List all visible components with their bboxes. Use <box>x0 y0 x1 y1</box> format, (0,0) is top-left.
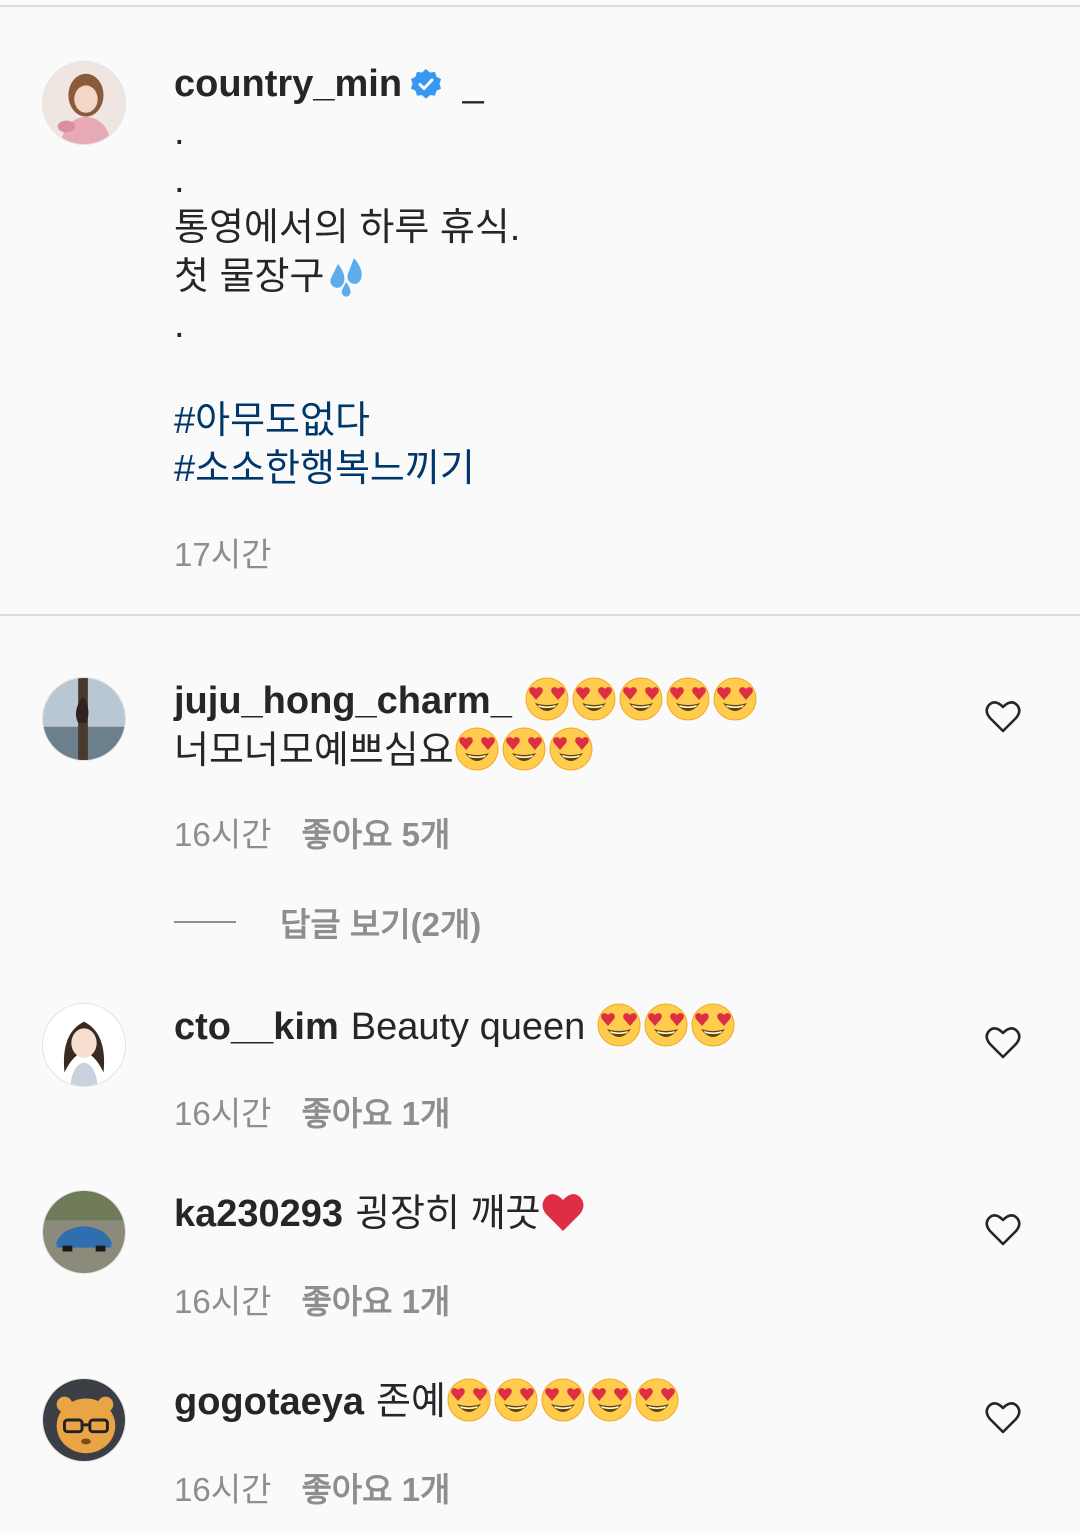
comment-likes-count[interactable]: 좋아요 1개 <box>301 1471 450 1508</box>
comment-body: cto__kim Beauty queen <box>174 1002 944 1052</box>
comment-likes-count[interactable]: 좋아요 5개 <box>301 816 450 853</box>
comment-timestamp: 16시간 <box>174 1283 272 1320</box>
comment-username[interactable]: ka230293 <box>174 1193 343 1235</box>
heart-eyes-emoji-icon <box>643 1002 689 1048</box>
red-heart-emoji-icon <box>542 1194 584 1231</box>
verified-badge-icon <box>411 69 442 99</box>
replies-line <box>174 921 236 923</box>
comment-avatar[interactable] <box>42 1378 126 1462</box>
comment-meta: 16시간 좋아요 1개 <box>174 1275 450 1323</box>
post-author-avatar[interactable] <box>42 61 126 145</box>
view-replies-label: 답글 보기(2개) <box>280 906 482 943</box>
comment-message: 존예 <box>376 1381 446 1423</box>
comment-meta: 16시간 좋아요 1개 <box>174 1463 450 1511</box>
caption-line: 통영에서의 하루 휴식. <box>174 207 521 249</box>
post-author-username[interactable]: country_min <box>174 63 402 105</box>
comment-meta: 16시간 좋아요 1개 <box>174 1087 450 1135</box>
heart-eyes-emoji-icon <box>524 676 570 722</box>
comment-likes-count[interactable]: 좋아요 1개 <box>301 1095 450 1132</box>
caption-line: . <box>174 304 185 346</box>
comment-message: 너모너모예쁘심요 <box>174 730 454 772</box>
post-timestamp: 17시간 <box>174 536 272 573</box>
sweat-droplets-icon <box>330 258 363 297</box>
comment-avatar[interactable] <box>42 1190 126 1274</box>
heart-eyes-emoji-icon <box>446 1377 492 1423</box>
like-heart-icon[interactable] <box>984 1024 1022 1062</box>
hashtag-link[interactable]: #아무도없다 <box>174 397 994 445</box>
caption-line: 첫 물장구 <box>174 256 325 298</box>
hashtag-link[interactable]: #소소한행복느끼기 <box>174 445 994 493</box>
heart-eyes-emoji-icon <box>618 676 664 722</box>
caption-line: . <box>174 111 185 153</box>
comment-likes-count[interactable]: 좋아요 1개 <box>301 1283 450 1320</box>
comment-body: juju_hong_charm_ 너모너모예쁘심요 <box>174 676 944 776</box>
comment-username[interactable]: gogotaeya <box>174 1381 364 1423</box>
caption-line-with-emoji: 첫 물장구 <box>174 252 994 301</box>
comment-body: ka230293 굉장히 깨끗 <box>174 1189 944 1239</box>
heart-eyes-emoji-icon <box>690 1002 736 1048</box>
comment-username[interactable]: juju_hong_charm_ <box>174 680 512 722</box>
comment-avatar[interactable] <box>42 677 126 761</box>
heart-eyes-emoji-icon <box>548 726 594 772</box>
caption-line: . <box>174 159 185 201</box>
heart-eyes-emoji-icon <box>665 676 711 722</box>
caption-suffix: _ <box>462 63 484 105</box>
heart-eyes-emoji-icon <box>634 1377 680 1423</box>
like-heart-icon[interactable] <box>984 698 1022 736</box>
heart-eyes-emoji-icon <box>587 1377 633 1423</box>
comment-timestamp: 16시간 <box>174 1471 272 1508</box>
comment-message: 굉장히 깨끗 <box>355 1193 541 1235</box>
heart-eyes-emoji-icon <box>540 1377 586 1423</box>
comment-message: Beauty queen <box>350 1006 586 1048</box>
comment-timestamp: 16시간 <box>174 816 272 853</box>
like-heart-icon[interactable] <box>984 1399 1022 1437</box>
heart-eyes-emoji-icon <box>712 676 758 722</box>
like-heart-icon[interactable] <box>984 1211 1022 1249</box>
comment-username[interactable]: cto__kim <box>174 1006 339 1048</box>
heart-eyes-emoji-icon <box>596 1002 642 1048</box>
heart-eyes-emoji-icon <box>571 676 617 722</box>
view-replies-button[interactable]: 답글 보기(2개) <box>174 898 481 946</box>
top-divider <box>0 5 1080 7</box>
heart-eyes-emoji-icon <box>501 726 547 772</box>
comment-avatar[interactable] <box>42 1003 126 1087</box>
caption-divider <box>0 614 1080 616</box>
heart-eyes-emoji-icon <box>493 1377 539 1423</box>
heart-eyes-emoji-icon <box>454 726 500 772</box>
comment-timestamp: 16시간 <box>174 1095 272 1132</box>
caption-empty-line <box>174 349 994 397</box>
comment-meta: 16시간 좋아요 5개 <box>174 808 450 856</box>
post-caption: country_min _ . . 통영에서의 하루 휴식. 첫 물장구 . #… <box>174 60 994 493</box>
comment-body: gogotaeya 존예 <box>174 1377 944 1427</box>
